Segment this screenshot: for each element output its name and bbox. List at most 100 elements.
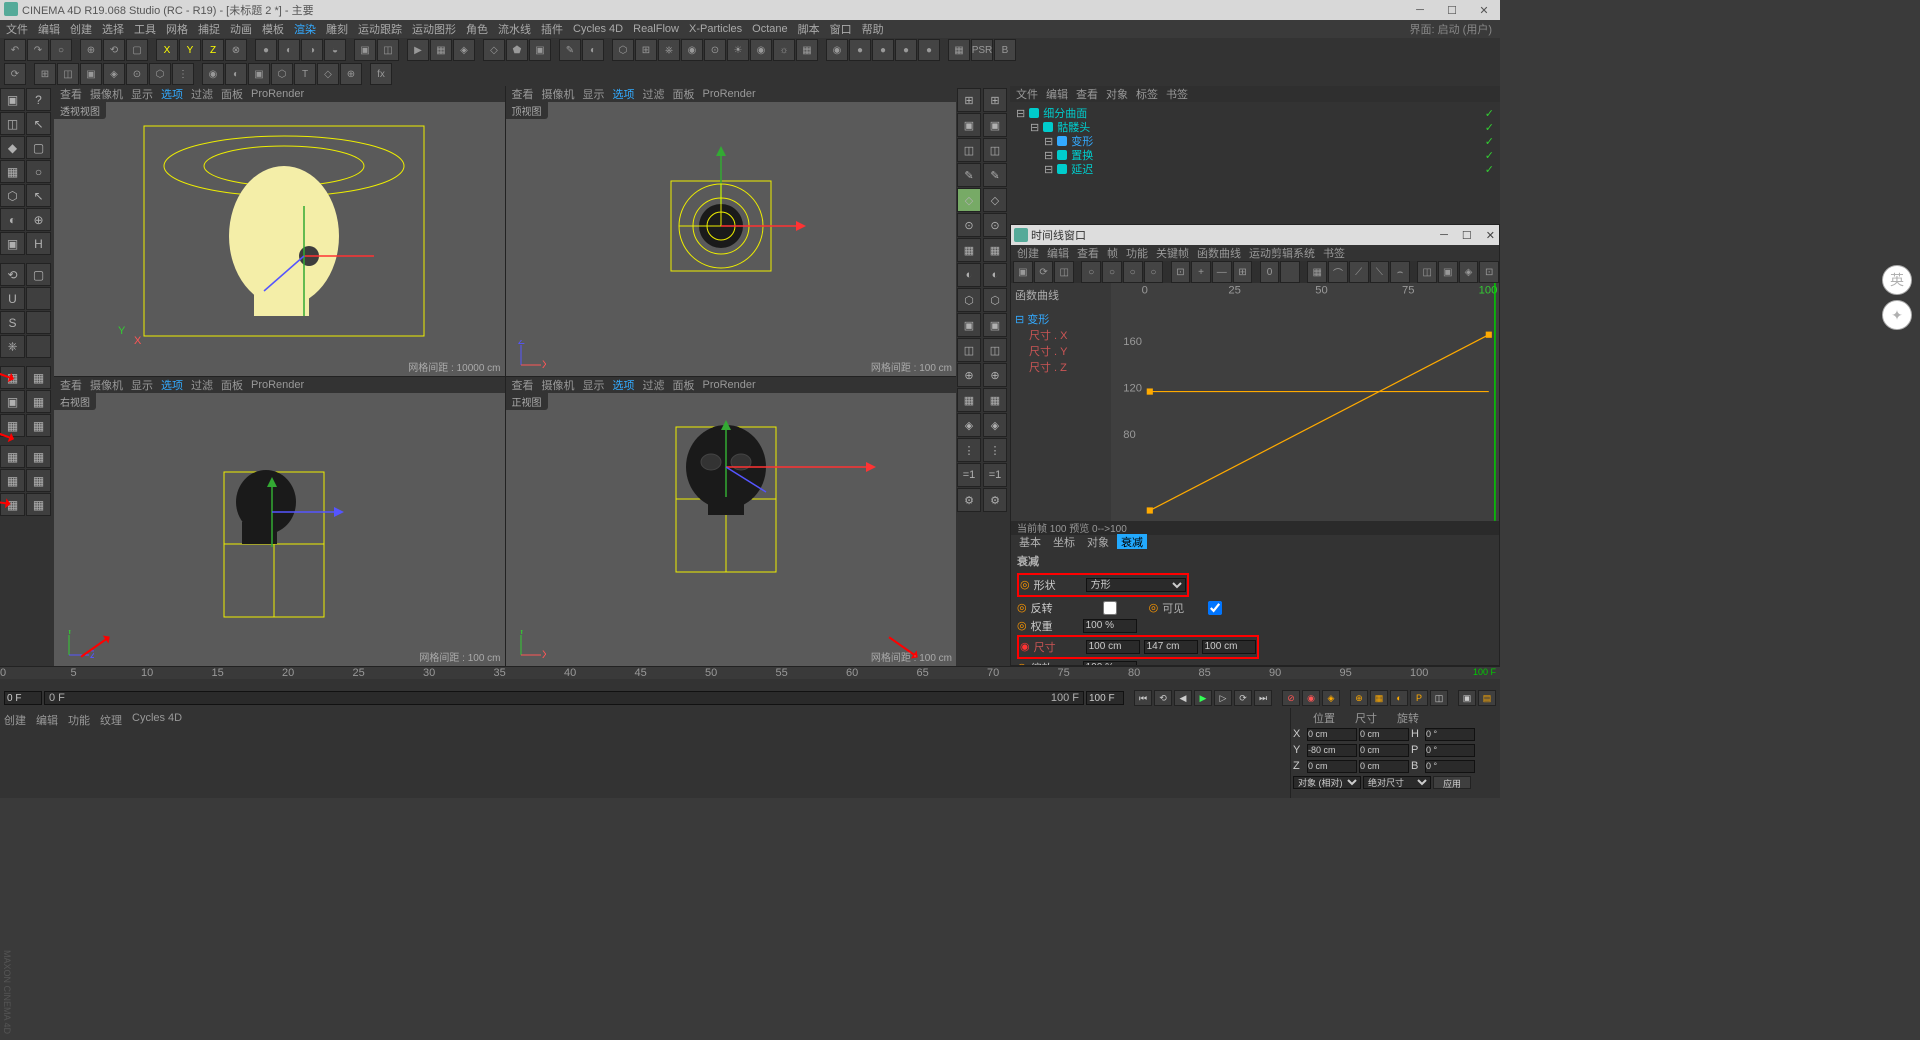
viewport-menu[interactable]: 查看 [60,86,82,102]
mode-button[interactable]: ▣ [0,88,25,111]
tl-tool[interactable]: ⊞ [1233,261,1253,283]
mode-button[interactable]: ? [26,88,51,111]
viewport-menu[interactable]: 过滤 [191,377,213,393]
timeline-ruler[interactable]: 0510152025303540455055606570758085909510… [0,666,1500,688]
object-tree[interactable]: ⊟细分曲面✓⊟骷髅头✓⊟变形✓⊟置换✓⊟延迟✓ [1010,102,1500,180]
viewport-front[interactable]: 查看摄像机显示选项过滤面板ProRender 正视图 YX [506,377,957,667]
tree-item[interactable]: ⊟置换✓ [1016,148,1494,162]
mode-button[interactable] [26,287,51,310]
tool-button[interactable]: ◉ [681,39,703,61]
start-frame-field[interactable]: 0 F [4,691,42,705]
tool-button[interactable]: ◈ [103,63,125,85]
tl-menu[interactable]: 函数曲线 [1197,245,1241,261]
track-item[interactable]: 尺寸 . Z [1015,359,1107,375]
viewport-perspective[interactable]: 查看摄像机显示选项过滤面板ProRender 透视视图 Y X 网格间距 : 1… [54,86,505,376]
palette-button[interactable]: ⊕ [957,363,981,387]
tool-button[interactable]: ● [918,39,940,61]
viewport-menu[interactable]: 显示 [583,86,605,102]
tl-tool[interactable]: ○ [1081,261,1101,283]
tool-button[interactable]: ◫ [377,39,399,61]
menu-选择[interactable]: 选择 [102,21,124,37]
timeline-close-button[interactable]: ✕ [1486,229,1495,242]
menu-X-Particles[interactable]: X-Particles [689,23,742,35]
menu-模板[interactable]: 模板 [262,21,284,37]
tool-button[interactable]: ⊙ [704,39,726,61]
pos-key-icon[interactable]: ⊕ [1350,690,1368,706]
prev-frame-button[interactable]: ◀ [1174,690,1192,706]
palette-button[interactable]: ⋮ [983,438,1007,462]
mode-button[interactable]: ⬡ [0,184,25,207]
viewport-menu[interactable]: 面板 [673,377,695,393]
shape-select[interactable]: 方形 [1086,578,1186,592]
tool-button[interactable]: ☼ [773,39,795,61]
viewport-menu[interactable]: 过滤 [643,377,665,393]
viewport-top[interactable]: 查看摄像机显示选项过滤面板ProRender 顶视图 ZX 网格间距 : 100… [506,86,957,376]
tool-button[interactable]: ⬟ [506,39,528,61]
menu-Octane[interactable]: Octane [752,23,787,35]
size-z[interactable] [1359,760,1409,773]
material-tab[interactable]: 纹理 [100,712,122,726]
mode-button[interactable]: ▢ [26,263,51,286]
mode-button[interactable]: ▦ [26,414,51,437]
param-key-icon[interactable]: P [1410,690,1428,706]
mode-button[interactable]: ▦ [0,469,25,492]
palette-button[interactable]: ✎ [983,163,1007,187]
tool-button[interactable]: ◉ [750,39,772,61]
palette-button[interactable]: ▣ [957,113,981,137]
mode-button[interactable]: ◆ [0,136,25,159]
next-frame-button[interactable]: ▷ [1214,690,1232,706]
mode-button[interactable]: ◫ [0,112,25,135]
viewport-menu[interactable]: 选项 [613,377,635,393]
goto-start-button[interactable]: ⏮ [1134,690,1152,706]
palette-button[interactable]: ⬡ [983,288,1007,312]
tool-button[interactable]: ⬡ [271,63,293,85]
tool-button[interactable]: Y [179,39,201,61]
material-tab[interactable]: 功能 [68,712,90,726]
mode-button[interactable]: ○ [26,160,51,183]
palette-button[interactable]: ◫ [983,338,1007,362]
coord-mode-2[interactable]: 绝对尺寸 [1363,776,1431,789]
tl-tool[interactable]: ⌢ [1390,261,1410,283]
mode-button[interactable]: ▦ [0,445,25,468]
timeline-slider[interactable]: 0 F100 F [44,691,1084,705]
tool-button[interactable]: ◐ [278,39,300,61]
tl-menu[interactable]: 运动剪辑系统 [1249,245,1315,261]
invert-checkbox[interactable] [1083,601,1137,615]
mode-button[interactable]: ▦ [26,493,51,516]
tool-button[interactable]: ⊞ [635,39,657,61]
palette-button[interactable]: ◐ [957,263,981,287]
menu-窗口[interactable]: 窗口 [830,21,852,37]
play-button[interactable]: ▶ [1194,690,1212,706]
tl-tool[interactable]: ⟳ [1034,261,1054,283]
palette-button[interactable]: ◈ [957,413,981,437]
tool-button[interactable]: ▦ [796,39,818,61]
viewport-menu[interactable]: 面板 [221,86,243,102]
palette-button[interactable]: ◈ [983,413,1007,437]
tool-button[interactable]: ▢ [126,39,148,61]
tl-tool[interactable] [1280,261,1300,283]
viewport-right[interactable]: 查看摄像机显示选项过滤面板ProRender 右视图 YZ 网格间距 : 100… [54,377,505,667]
menu-渲染[interactable]: 渲染 [294,21,316,37]
weight-input[interactable] [1083,619,1137,633]
layout-label[interactable]: 界面: 启动 (用户) [1410,21,1501,37]
palette-button[interactable]: ◇ [957,188,981,212]
viewport-menu[interactable]: 摄像机 [542,86,575,102]
mode-button[interactable] [26,311,51,334]
tl-menu[interactable]: 创建 [1017,245,1039,261]
tool-button[interactable]: ◉ [202,63,224,85]
tool-button[interactable]: ▶ [407,39,429,61]
tl-menu[interactable]: 编辑 [1047,245,1069,261]
autokey-button[interactable]: ◉ [1302,690,1320,706]
viewport-menu[interactable]: 选项 [613,86,635,102]
tool-button[interactable]: ↶ [4,39,26,61]
tl-tool[interactable]: ○ [1144,261,1164,283]
tool-button[interactable]: ◉ [826,39,848,61]
size-x[interactable] [1359,728,1409,741]
tl-tool[interactable]: ◈ [1459,261,1479,283]
menu-帮助[interactable]: 帮助 [862,21,884,37]
tool-button[interactable]: ↷ [27,39,49,61]
mode-button[interactable]: ▦ [26,390,51,413]
tool-button[interactable]: ◐ [582,39,604,61]
menu-工具[interactable]: 工具 [134,21,156,37]
om-tab[interactable]: 标签 [1136,86,1158,102]
